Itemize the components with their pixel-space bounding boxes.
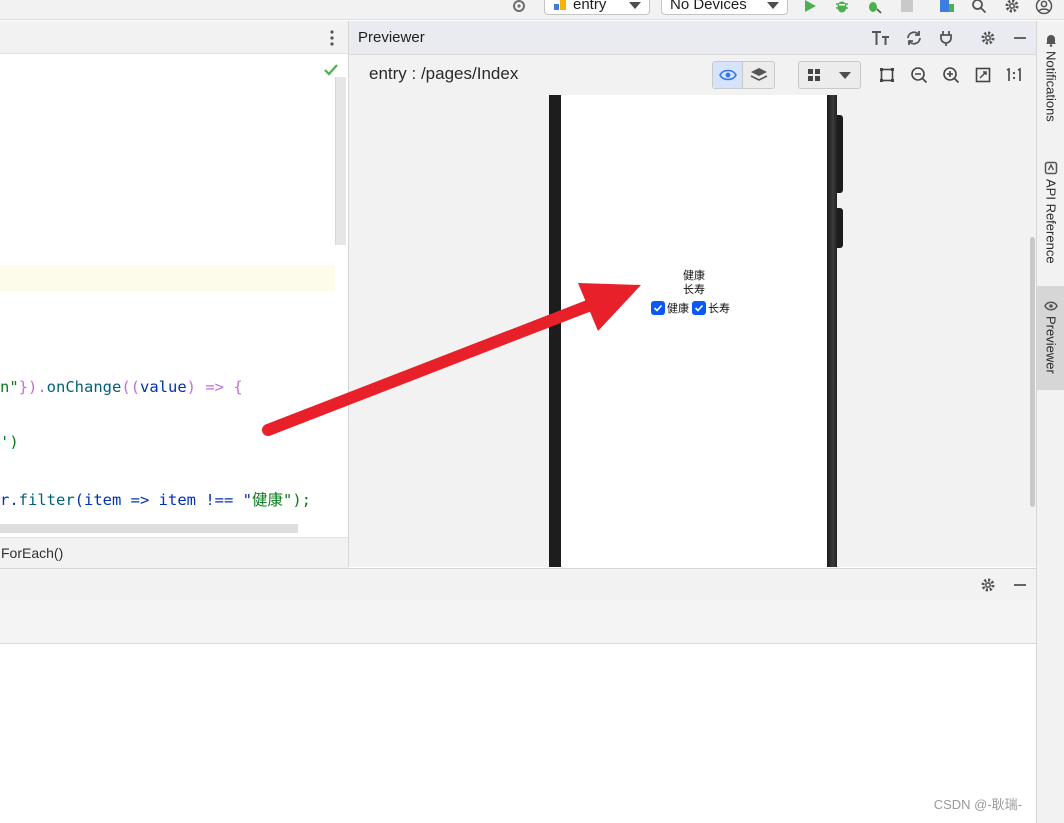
annotation-arrow bbox=[262, 283, 641, 436]
